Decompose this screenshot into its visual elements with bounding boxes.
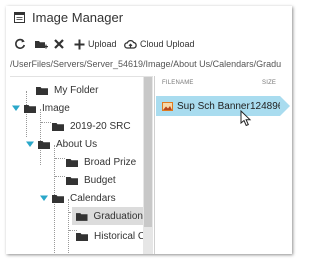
toolbar: Upload Cloud Upload (6, 34, 292, 56)
image-file-icon (162, 101, 173, 111)
image-manager-window: Image Manager Upload Cloud Upload /UserF… (6, 6, 292, 254)
tree-item-label: Calendars (70, 192, 116, 204)
new-folder-icon (35, 41, 48, 49)
refresh-icon (15, 38, 26, 49)
mouse-cursor-icon (240, 110, 252, 127)
folder-icon (52, 194, 64, 203)
tree-item-label: Budget (84, 174, 116, 186)
tree-item-graduation[interactable]: Graduation (72, 207, 143, 225)
cloud-upload-button[interactable]: Cloud Upload (124, 36, 195, 52)
tree-item-label: 2019-20 SRC (70, 120, 131, 132)
folder-icon (66, 158, 78, 167)
column-header-filename[interactable]: FILENAME (162, 80, 194, 86)
tree-scrollbar-thumb[interactable] (144, 77, 152, 227)
folder-tree: My Folder Image 2019-20 SRC About Us Bro… (10, 76, 153, 254)
cloud-upload-label: Cloud Upload (140, 39, 195, 49)
delete-button[interactable] (53, 36, 65, 52)
selected-row-arrow (280, 96, 290, 116)
tree-item-label: Image (42, 102, 70, 114)
tree-item-label: Broad Prize (84, 156, 137, 168)
folder-icon (76, 232, 88, 241)
folder-icon (36, 86, 48, 95)
file-name: Sup Sch Banner (177, 100, 250, 112)
file-row[interactable]: Sup Sch Banner 124896 (156, 96, 284, 116)
expand-caret-icon[interactable] (26, 140, 34, 148)
refresh-button[interactable] (14, 36, 26, 52)
folder-icon (66, 176, 78, 185)
folder-icon (52, 122, 64, 131)
tree-item-label: Historical C (94, 230, 146, 242)
tree-item-broad-prize[interactable]: Broad Prize (54, 153, 136, 171)
tree-item-label: Graduation (93, 210, 143, 222)
new-folder-button[interactable] (34, 36, 48, 52)
tree-item-image[interactable]: Image (12, 99, 70, 117)
cloud-upload-icon (124, 39, 137, 49)
window-icon (14, 12, 25, 23)
folder-icon (76, 212, 88, 221)
tree-item-2019-20-src[interactable]: 2019-20 SRC (40, 117, 131, 135)
folder-icon (24, 104, 36, 113)
pane-divider[interactable] (154, 76, 155, 254)
tree-scrollbar[interactable] (143, 77, 153, 254)
path-breadcrumb: /UserFiles/Servers/Server_54619/Image/Ab… (10, 59, 282, 69)
tree-item-about-us[interactable]: About Us (26, 135, 97, 153)
tree-item-budget[interactable]: Budget (54, 171, 116, 189)
expand-caret-icon[interactable] (40, 194, 48, 202)
folder-icon (38, 140, 50, 149)
window-title: Image Manager (32, 10, 124, 25)
tree-connector (68, 199, 69, 254)
file-size: 124896 (250, 100, 284, 112)
upload-button[interactable]: Upload (74, 36, 117, 52)
tree-item-historical[interactable]: Historical C (76, 227, 145, 245)
column-header-size[interactable]: SIZE (262, 80, 276, 86)
tree-item-my-folder[interactable]: My Folder (24, 81, 98, 99)
tree-item-label: My Folder (54, 84, 99, 96)
upload-label: Upload (88, 39, 117, 49)
delete-icon (54, 39, 64, 49)
expand-caret-icon[interactable] (12, 104, 20, 112)
file-list: FILENAME SIZE Sup Sch Banner 124896 (156, 76, 292, 254)
title-bar: Image Manager (6, 6, 292, 30)
tree-item-calendars[interactable]: Calendars (40, 189, 116, 207)
tree-item-label: About Us (56, 138, 98, 150)
plus-icon (74, 39, 85, 49)
